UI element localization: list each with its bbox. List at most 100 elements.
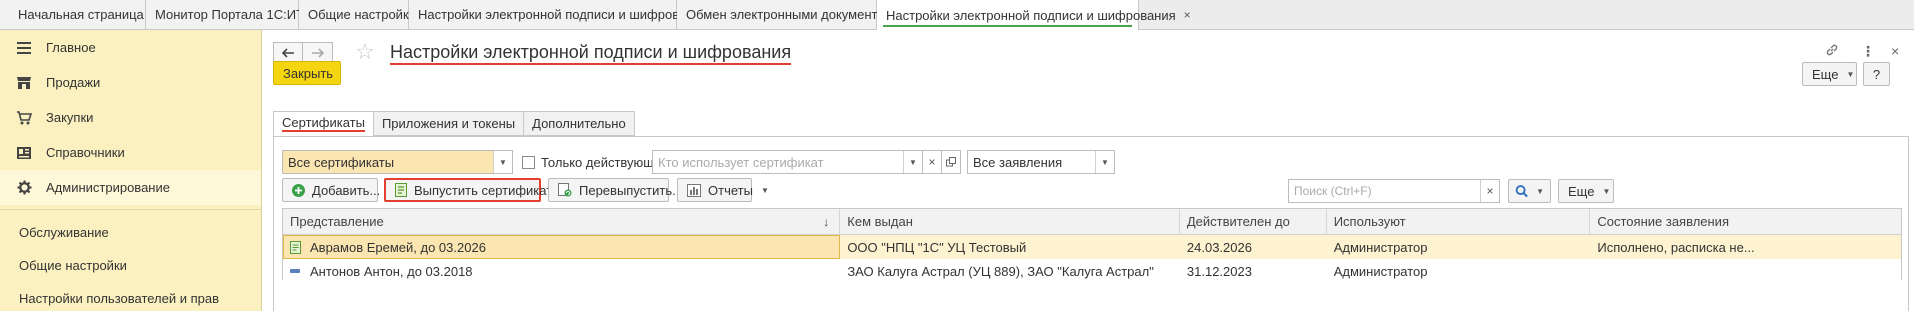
menu-icon bbox=[16, 40, 32, 56]
more-vert-icon[interactable]: ⋮ bbox=[1861, 43, 1875, 60]
chevron-down-icon: ▼ bbox=[760, 185, 769, 195]
more-button[interactable]: Еще ▼ bbox=[1802, 62, 1857, 86]
sidebar-item-label: Продажи bbox=[46, 75, 101, 90]
search-input[interactable]: Поиск (Ctrl+F) × bbox=[1288, 179, 1500, 203]
close-button[interactable]: Закрыть bbox=[273, 61, 341, 85]
sidebar-divider bbox=[0, 209, 261, 210]
user-filter-input[interactable]: Кто использует сертификат ▼ bbox=[652, 150, 923, 174]
tab-edi-exchange[interactable]: Обмен электронными документами × bbox=[677, 0, 916, 29]
sidebar-subitem-maintenance[interactable]: Обслуживание bbox=[0, 216, 261, 249]
tab-applications-tokens[interactable]: Приложения и токены bbox=[372, 111, 525, 136]
report-icon bbox=[687, 183, 701, 197]
link-icon[interactable] bbox=[1825, 43, 1839, 60]
table-more-label: Еще bbox=[1568, 183, 1595, 199]
sidebar-item-references[interactable]: Справочники bbox=[0, 135, 261, 170]
sidebar-item-purchases[interactable]: Закупки bbox=[0, 100, 261, 135]
gear-icon bbox=[16, 180, 32, 196]
column-header-valid-until[interactable]: Действителен до bbox=[1180, 209, 1327, 234]
sidebar-item-main[interactable]: Главное bbox=[0, 30, 261, 65]
arrow-left-icon bbox=[281, 48, 294, 58]
table-row[interactable]: Аврамов Еремей, до 03.2026 ООО "НПЦ "1С"… bbox=[283, 235, 1901, 259]
window-tab-bar: Начальная страница Монитор Портала 1С:ИТ… bbox=[0, 0, 1914, 30]
issue-certificate-button[interactable]: Выпустить сертификат... bbox=[384, 178, 562, 202]
sidebar-item-administration[interactable]: Администрирование bbox=[0, 170, 261, 205]
column-header-label: Используют bbox=[1333, 214, 1406, 229]
column-header-presentation[interactable]: Представление ↓ bbox=[283, 209, 841, 234]
chevron-down-icon[interactable]: ▼ bbox=[1095, 151, 1114, 173]
certificates-panel: Все сертификаты ▼ Только действующие Кто… bbox=[273, 136, 1909, 311]
favorite-star-icon[interactable]: ☆ bbox=[355, 41, 375, 63]
certificate-small-icon bbox=[290, 268, 303, 274]
arrow-right-icon bbox=[311, 48, 324, 58]
form-tabs: Сертификаты Приложения и токены Дополнит… bbox=[273, 111, 635, 136]
column-header-users[interactable]: Используют bbox=[1327, 209, 1591, 234]
tab-signature-settings-active[interactable]: Настройки электронной подписи и шифрован… bbox=[877, 0, 1191, 30]
search-placeholder: Поиск (Ctrl+F) bbox=[1294, 184, 1372, 198]
tab-label: Обмен электронными документами bbox=[686, 7, 901, 22]
tab-label: Начальная страница bbox=[18, 7, 144, 22]
tab-label: Монитор Портала 1С:ИТС bbox=[155, 7, 314, 22]
help-button[interactable]: ? bbox=[1863, 62, 1890, 86]
chevron-down-icon[interactable]: ▼ bbox=[493, 151, 512, 173]
add-button[interactable]: Добавить... ▼ bbox=[282, 178, 396, 202]
table-row[interactable]: Антонов Антон, до 03.2018 ЗАО Калуга Аст… bbox=[283, 259, 1901, 283]
clear-user-filter-button[interactable]: × bbox=[922, 150, 942, 174]
certificates-table: Представление ↓ Кем выдан Действителен д… bbox=[282, 208, 1902, 280]
tab-home[interactable]: Начальная страница bbox=[0, 0, 146, 29]
table-more-button[interactable]: Еще ▼ bbox=[1558, 179, 1614, 203]
column-header-issuer[interactable]: Кем выдан bbox=[840, 209, 1180, 234]
tab-label: Приложения и токены bbox=[381, 116, 516, 131]
clear-search-icon[interactable]: × bbox=[1480, 180, 1499, 202]
cell-presentation[interactable]: Аврамов Еремей, до 03.2026 bbox=[283, 235, 841, 259]
sidebar-subitem-user-settings[interactable]: Настройки пользователей и прав bbox=[0, 282, 261, 315]
sidebar-subitem-general-settings[interactable]: Общие настройки bbox=[0, 249, 261, 282]
user-filter-placeholder: Кто использует сертификат bbox=[658, 154, 824, 170]
tab-label: Настройки электронной подписи и шифрован… bbox=[418, 7, 708, 22]
column-header-label: Представление bbox=[290, 214, 384, 229]
cell-text: Антонов Антон, до 03.2018 bbox=[310, 263, 473, 279]
cell-presentation[interactable]: Антонов Антон, до 03.2018 bbox=[283, 259, 840, 283]
column-header-application-state[interactable]: Состояние заявления bbox=[1590, 209, 1901, 234]
sidebar-item-sales[interactable]: Продажи bbox=[0, 65, 261, 100]
add-icon bbox=[292, 183, 305, 197]
close-window-icon[interactable]: × bbox=[1891, 43, 1899, 59]
cell-valid-until: 31.12.2023 bbox=[1186, 263, 1252, 279]
checkbox-box[interactable] bbox=[522, 156, 535, 169]
cell-users: Администратор bbox=[1333, 239, 1428, 255]
add-button-label: Добавить... bbox=[312, 182, 381, 198]
certificate-icon bbox=[395, 183, 407, 197]
more-button-label: Еще bbox=[1812, 66, 1839, 82]
column-header-label: Кем выдан bbox=[847, 214, 913, 229]
tab-additional[interactable]: Дополнительно bbox=[523, 111, 635, 136]
tab-general-settings[interactable]: Общие настройки × bbox=[299, 0, 431, 29]
only-active-label: Только действующие bbox=[541, 155, 669, 170]
search-button[interactable]: ▼ bbox=[1508, 179, 1551, 203]
only-active-checkbox[interactable]: Только действующие bbox=[522, 155, 669, 170]
applications-filter-select[interactable]: Все заявления ▼ bbox=[967, 150, 1115, 174]
book-icon bbox=[16, 145, 32, 161]
certificates-filter-select[interactable]: Все сертификаты ▼ bbox=[282, 150, 513, 174]
cell-application-state: Исполнено, расписка не... bbox=[1597, 239, 1755, 255]
close-button-label: Закрыть bbox=[283, 65, 334, 81]
open-user-button[interactable] bbox=[941, 150, 961, 174]
reissue-button-label: Перевыпустить... bbox=[579, 182, 683, 198]
chevron-down-icon[interactable]: ▼ bbox=[903, 151, 922, 173]
cart-icon bbox=[16, 110, 32, 126]
reports-button[interactable]: Отчеты ▼ bbox=[677, 178, 769, 202]
issue-certificate-label: Выпустить сертификат... bbox=[414, 182, 562, 198]
reissue-button[interactable]: Перевыпустить... bbox=[548, 178, 683, 202]
reissue-icon bbox=[558, 183, 572, 197]
tab-certificates[interactable]: Сертификаты bbox=[273, 111, 374, 136]
sidebar-item-label: Справочники bbox=[46, 145, 125, 160]
tab-signature-settings[interactable]: Настройки электронной подписи и шифрован… bbox=[409, 0, 723, 29]
tab-portal-monitor[interactable]: Монитор Портала 1С:ИТС × bbox=[146, 0, 328, 29]
cell-users: Администратор bbox=[1333, 263, 1428, 279]
tab-label: Дополнительно bbox=[532, 116, 626, 131]
cell-issuer: ООО "НПЦ "1С" УЦ Тестовый bbox=[847, 239, 1027, 255]
close-icon[interactable]: × bbox=[1184, 8, 1191, 22]
clear-icon: × bbox=[928, 155, 936, 169]
sidebar: Главное Продажи Закупки Справочники Адми… bbox=[0, 30, 262, 311]
table-header: Представление ↓ Кем выдан Действителен д… bbox=[283, 209, 1901, 235]
cell-valid-until: 24.03.2026 bbox=[1186, 239, 1252, 255]
cell-text: Аврамов Еремей, до 03.2026 bbox=[310, 239, 486, 255]
